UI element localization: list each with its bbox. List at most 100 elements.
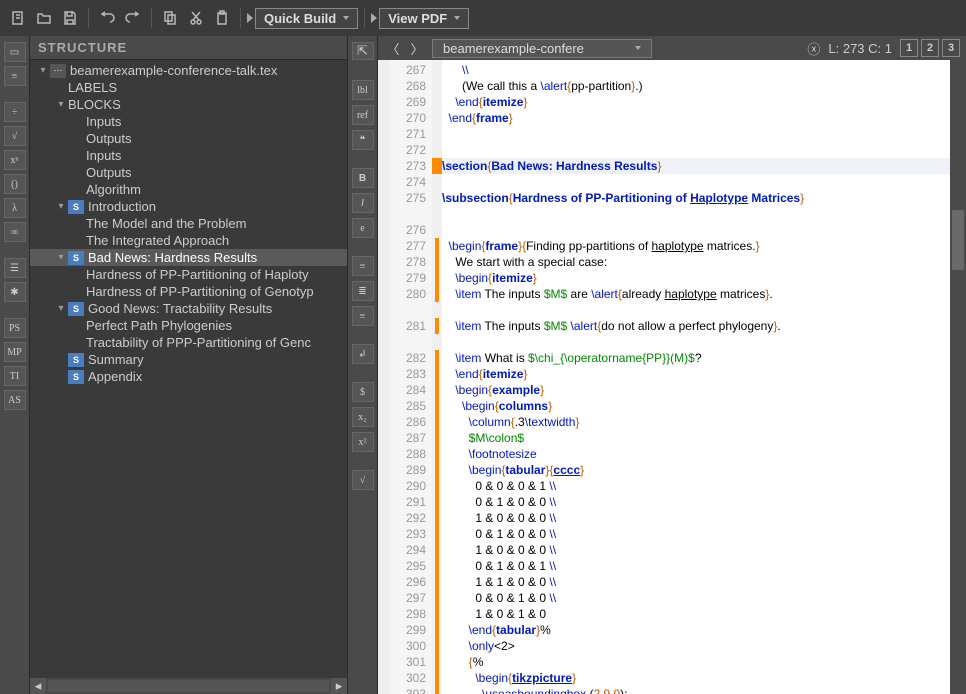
view-pdf-button[interactable]: View PDF: [379, 8, 469, 29]
tree-item[interactable]: Outputs: [30, 164, 347, 181]
fold-column[interactable]: [378, 60, 390, 694]
frac-icon[interactable]: ÷: [4, 102, 26, 122]
back-icon[interactable]: 〈: [384, 39, 402, 57]
redo-icon[interactable]: [121, 6, 145, 30]
ref2-icon[interactable]: ref: [352, 105, 374, 125]
tree-item[interactable]: SAppendix: [30, 368, 347, 385]
tree-item-label: Perfect Path Phylogenies: [86, 318, 232, 333]
sup2-icon[interactable]: x²: [352, 432, 374, 452]
mp-icon[interactable]: MP: [4, 342, 26, 362]
dropdown-icon: [343, 16, 349, 20]
expand-icon[interactable]: ▾: [36, 65, 50, 76]
tree-item[interactable]: LABELS: [30, 79, 347, 96]
tree-item[interactable]: Tractability of PPP-Partitioning of Genc: [30, 334, 347, 351]
tree-item-label: Hardness of PP-Partitioning of Haploty: [86, 267, 309, 282]
cut-icon[interactable]: [184, 6, 208, 30]
expand-icon[interactable]: ▾: [54, 99, 68, 110]
run-icon[interactable]: [247, 13, 253, 23]
tree-item-label: Appendix: [88, 369, 142, 384]
tex-icon: ⋯: [50, 64, 66, 78]
h-scrollbar[interactable]: ◂ ▸: [30, 678, 347, 694]
part-icon[interactable]: ▭: [4, 42, 26, 62]
scroll-left-icon[interactable]: ◂: [30, 678, 46, 694]
s-icon: S: [68, 302, 84, 316]
lambda-icon[interactable]: λ: [4, 198, 26, 218]
sub-icon[interactable]: x₂: [352, 407, 374, 427]
new-file-icon[interactable]: [6, 6, 30, 30]
copy-icon[interactable]: [158, 6, 182, 30]
tree-item[interactable]: Perfect Path Phylogenies: [30, 317, 347, 334]
tree-item[interactable]: Hardness of PP-Partitioning of Haploty: [30, 266, 347, 283]
tree-item[interactable]: Inputs: [30, 113, 347, 130]
ps-icon[interactable]: PS: [4, 318, 26, 338]
bold-icon[interactable]: B: [352, 168, 374, 188]
s-icon: S: [68, 200, 84, 214]
undo-icon[interactable]: [95, 6, 119, 30]
left-tool-strip: ▭ ≡ ÷ √ xⁿ () λ ∞ ☰ ✱ PS MP TI AS: [0, 36, 30, 694]
tree-item[interactable]: ▾⋯ beamerexample-conference-talk.tex: [30, 62, 347, 79]
expand-icon[interactable]: ▾: [54, 201, 68, 212]
sqrt-icon[interactable]: √: [4, 126, 26, 146]
line-gutter[interactable]: 267268269270271272273274275 276277278279…: [390, 60, 432, 694]
pane-button[interactable]: 1: [900, 39, 918, 57]
tree-item[interactable]: ▾BLOCKS: [30, 96, 347, 113]
file-dropdown[interactable]: beamerexample-confere: [432, 39, 652, 58]
tree-item[interactable]: ▾SBad News: Hardness Results: [30, 249, 347, 266]
tree-item-label: BLOCKS: [68, 97, 121, 112]
scroll-thumb[interactable]: [952, 210, 964, 270]
tree-item[interactable]: SSummary: [30, 351, 347, 368]
tree-item[interactable]: The Integrated Approach: [30, 232, 347, 249]
quick-build-button[interactable]: Quick Build: [255, 8, 358, 29]
ti-icon[interactable]: TI: [4, 366, 26, 386]
newline-icon[interactable]: ↲: [352, 344, 374, 364]
code-editor[interactable]: \\ (We call this a \alert{pp-partition}.…: [442, 60, 950, 694]
tree-item[interactable]: Inputs: [30, 147, 347, 164]
open-file-icon[interactable]: [32, 6, 56, 30]
tree-item[interactable]: Hardness of PP-Partitioning of Genotyp: [30, 283, 347, 300]
editor-body: 267268269270271272273274275 276277278279…: [378, 60, 966, 694]
paren-icon[interactable]: (): [4, 174, 26, 194]
tree-item-label: Hardness of PP-Partitioning of Genotyp: [86, 284, 314, 299]
right-align-icon[interactable]: ≡: [352, 306, 374, 326]
left-align-icon[interactable]: ≡: [352, 256, 374, 276]
tree-item-label: beamerexample-conference-talk.tex: [70, 63, 277, 78]
quick-build-label: Quick Build: [264, 11, 336, 26]
center-icon[interactable]: ≣: [352, 281, 374, 301]
tree-item[interactable]: The Model and the Problem: [30, 215, 347, 232]
cite-icon[interactable]: ❝: [352, 130, 374, 150]
structure-tree[interactable]: ▾⋯beamerexample-conference-talk.texLABEL…: [30, 60, 347, 678]
collapse-icon[interactable]: ⇱: [352, 42, 374, 60]
scroll-thumb[interactable]: [48, 680, 329, 692]
tree-item[interactable]: Outputs: [30, 130, 347, 147]
tree-item[interactable]: Algorithm: [30, 181, 347, 198]
main-toolbar: Quick Build View PDF: [0, 0, 966, 36]
index-icon[interactable]: ✱: [4, 282, 26, 302]
emph-icon[interactable]: e: [352, 218, 374, 238]
close-tab-icon[interactable]: ⓧ: [807, 39, 820, 58]
v-scrollbar[interactable]: [950, 60, 966, 694]
label-icon[interactable]: lbl: [352, 80, 374, 100]
paste-icon[interactable]: [210, 6, 234, 30]
as-icon[interactable]: AS: [4, 390, 26, 410]
save-icon[interactable]: [58, 6, 82, 30]
tree-item[interactable]: ▾SIntroduction: [30, 198, 347, 215]
ref-icon[interactable]: ☰: [4, 258, 26, 278]
italic-icon[interactable]: I: [352, 193, 374, 213]
sup-icon[interactable]: xⁿ: [4, 150, 26, 170]
pane-button[interactable]: 3: [942, 39, 960, 57]
tree-item-label: Algorithm: [86, 182, 141, 197]
expand-icon[interactable]: ▾: [54, 252, 68, 263]
chapter-icon[interactable]: ≡: [4, 66, 26, 86]
pane-button[interactable]: 2: [921, 39, 939, 57]
env-icon[interactable]: $: [352, 382, 374, 402]
expand-icon[interactable]: ▾: [54, 303, 68, 314]
forward-icon[interactable]: 〉: [408, 39, 426, 57]
sqrt2-icon[interactable]: √: [352, 470, 374, 490]
run-icon[interactable]: [371, 13, 377, 23]
tree-item-label: Good News: Tractability Results: [88, 301, 272, 316]
tree-item[interactable]: ▾S Good News: Tractability Results: [30, 300, 347, 317]
scroll-right-icon[interactable]: ▸: [331, 678, 347, 694]
tree-item-label: The Model and the Problem: [86, 216, 246, 231]
tree-item-label: Outputs: [86, 165, 132, 180]
infty-icon[interactable]: ∞: [4, 222, 26, 242]
